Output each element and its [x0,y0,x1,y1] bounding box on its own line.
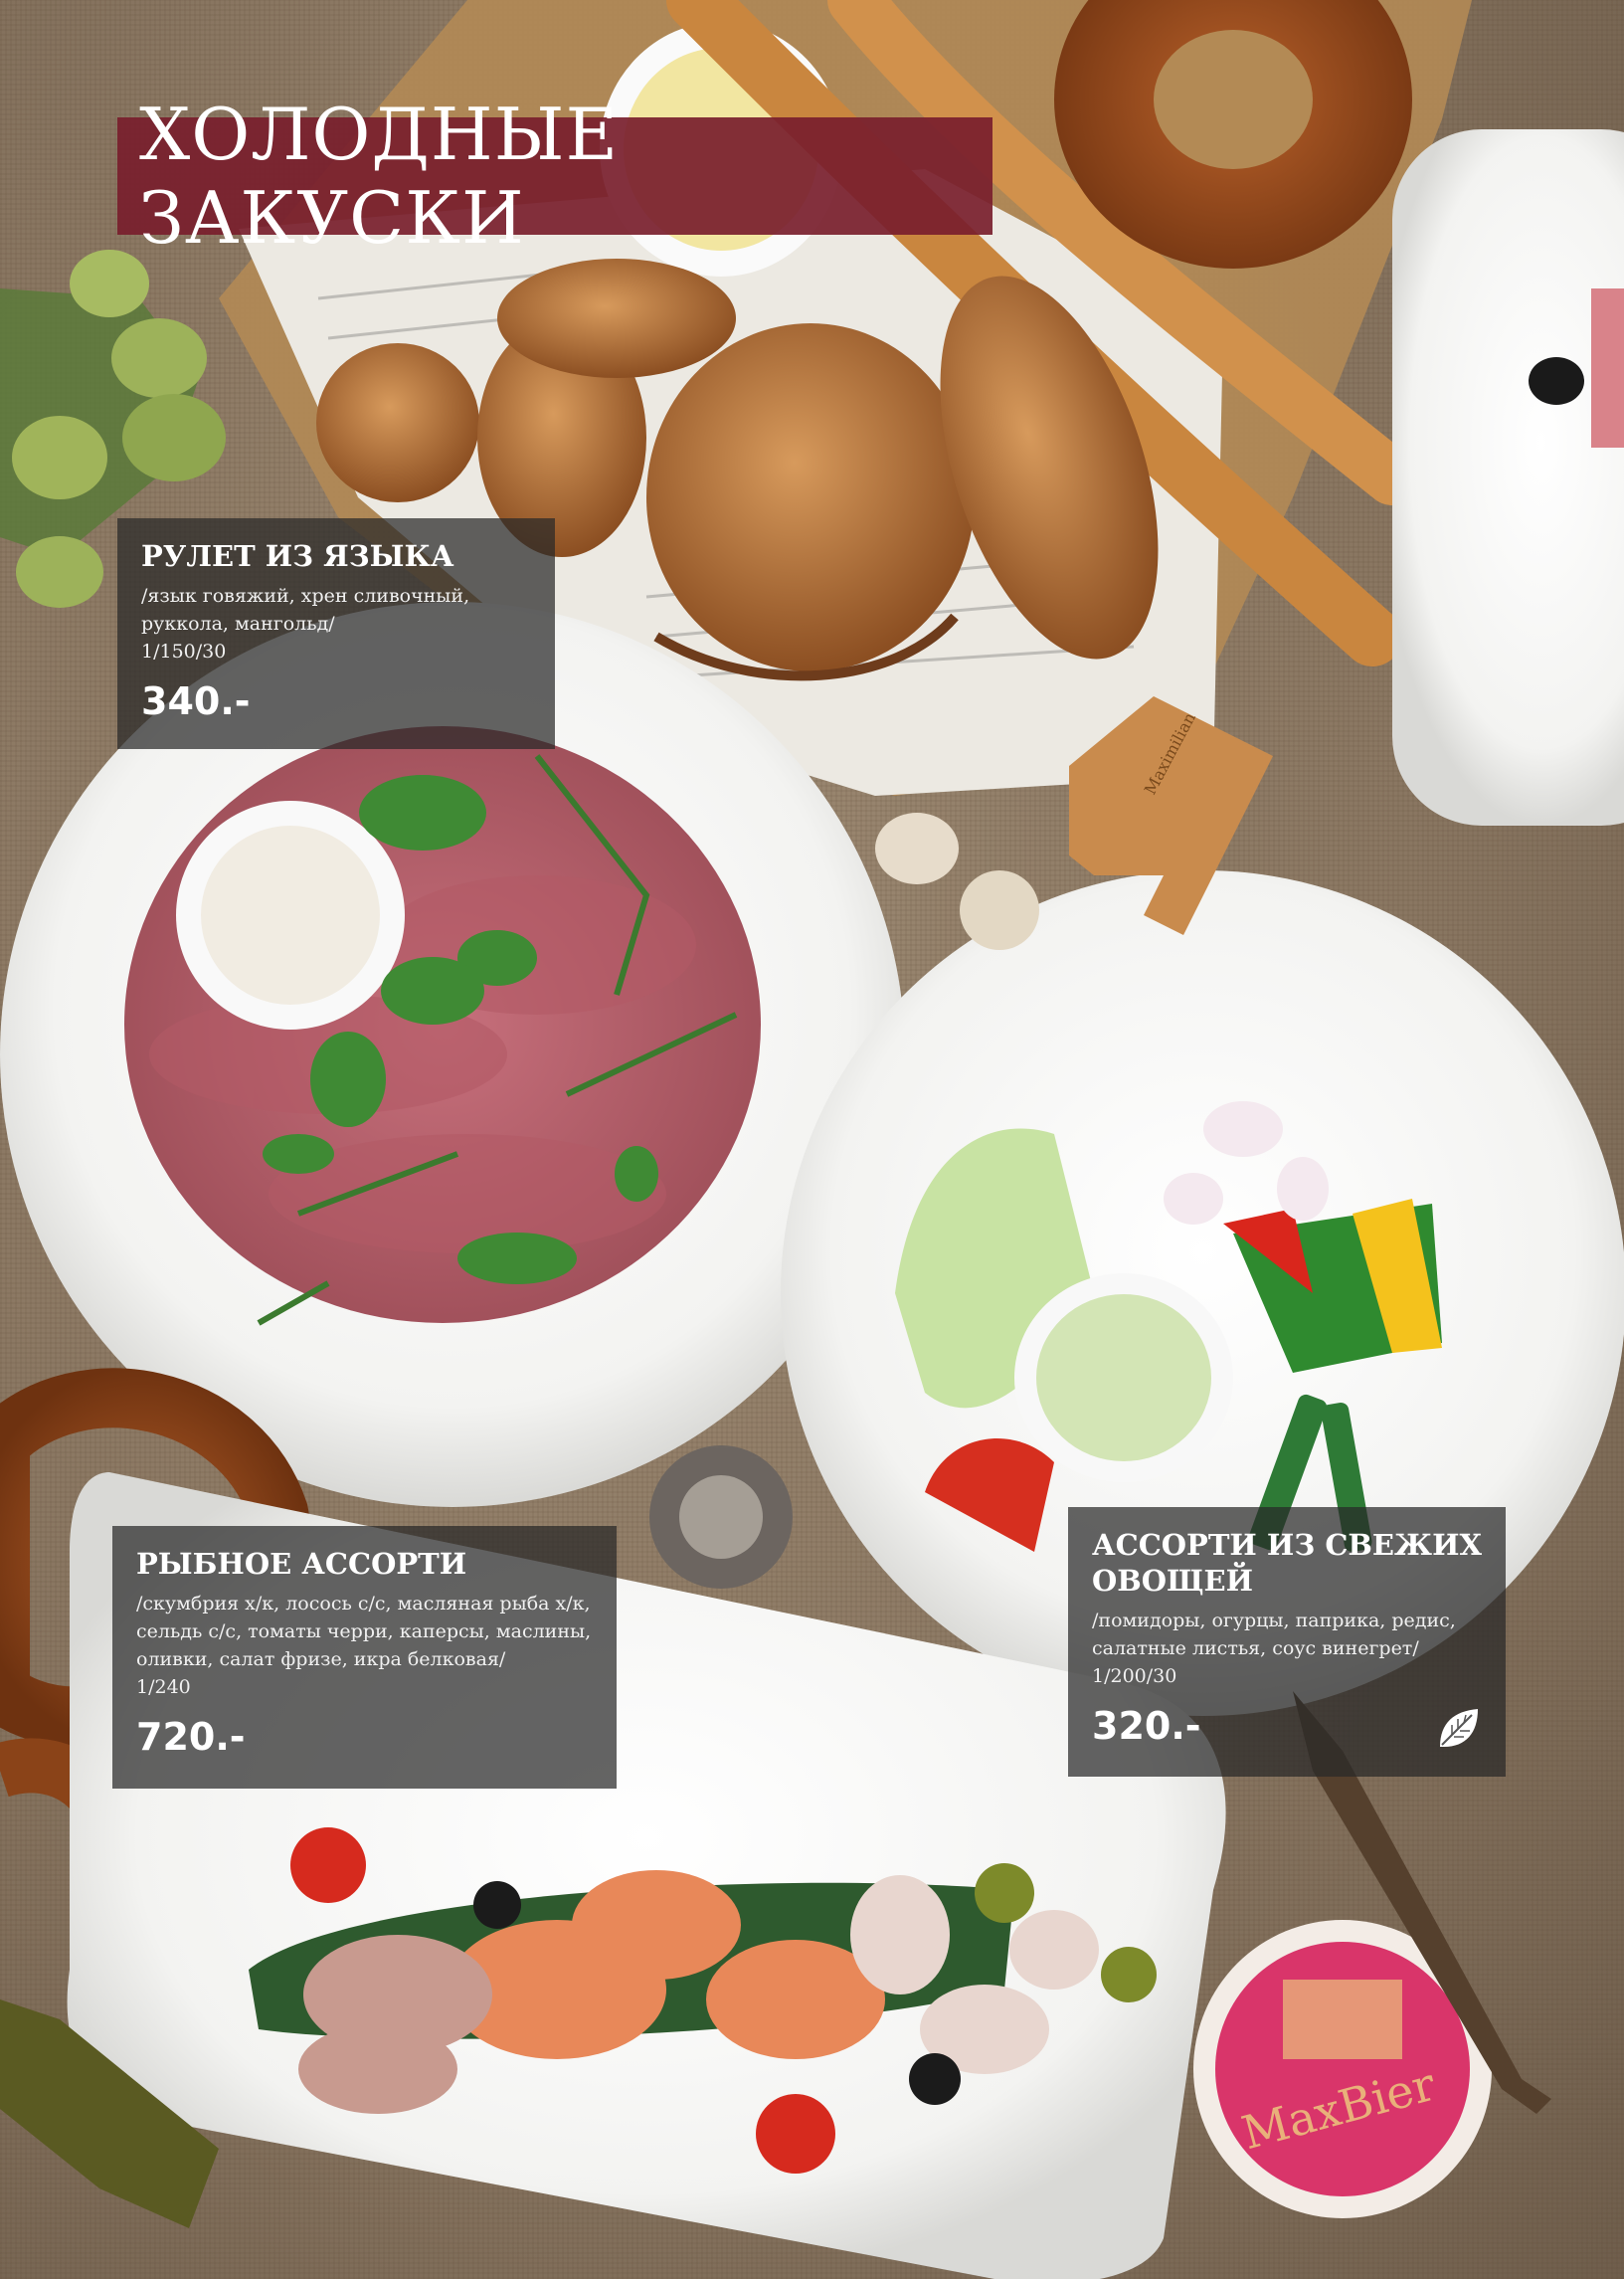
dish-card-fish-assortment: РЫБНОЕ АССОРТИ /скумбрия х/к, лосось с/с… [112,1526,617,1789]
dish-description: /скумбрия х/к, лосось с/с, масляная рыба… [136,1593,592,1670]
dish-name: РЫБНОЕ АССОРТИ [136,1547,467,1581]
quail-eggs [875,813,1039,950]
dish-portion: 1/150/30 [141,641,227,663]
dish-name: АССОРТИ ИЗ СВЕЖИХ ОВОЩЕЙ [1092,1528,1482,1598]
dish-price: 340.- [141,679,251,723]
page-title: ХОЛОДНЫЕ ЗАКУСКИ [139,93,620,260]
page-title-band: ХОЛОДНЫЕ ЗАКУСКИ [117,93,992,260]
dish-card-fresh-vegetables: АССОРТИ ИЗ СВЕЖИХ ОВОЩЕЙ /помидоры, огур… [1068,1507,1506,1777]
salt-shaker [649,1445,793,1589]
food-photo-background: MaxBier Maximilian [0,0,1624,2279]
leaf-icon [1440,1709,1478,1747]
dish-card-tongue-roll: РУЛЕТ ИЗ ЯЗЫКА /язык говяжий, хрен сливо… [117,518,555,749]
dish-description: /язык говяжий, хрен сливочный, руккола, … [141,585,470,635]
dish-portion: 1/200/30 [1092,1665,1177,1687]
dish-description: /помидоры, огурцы, паприка, редис, салат… [1092,1610,1456,1659]
dish-price: 320.- [1092,1704,1201,1748]
dish-portion: 1/240 [136,1676,191,1698]
dish-name: РУЛЕТ ИЗ ЯЗЫКА [141,539,454,573]
dish-price: 720.- [136,1715,246,1759]
side-plate-right [1392,129,1624,826]
